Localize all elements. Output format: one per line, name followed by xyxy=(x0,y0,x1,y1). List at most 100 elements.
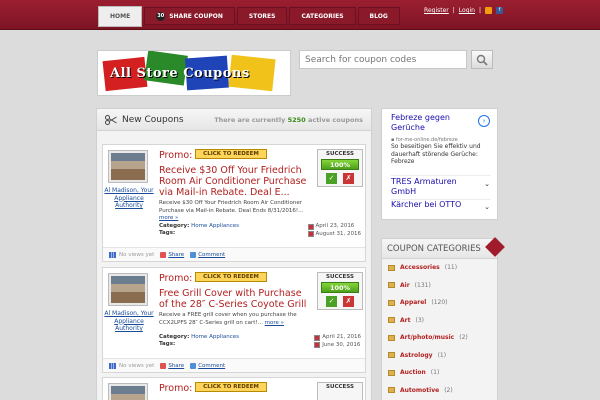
comment-icon xyxy=(190,251,197,258)
auth-separator-2: | xyxy=(478,7,481,14)
thumbs-up-icon[interactable]: ✓ xyxy=(326,173,337,184)
new-coupons-header: New Coupons There are currently 5250 act… xyxy=(97,109,371,131)
more-link[interactable]: more » xyxy=(265,320,284,326)
category-count: (2) xyxy=(459,334,468,342)
category-count: (1) xyxy=(430,369,440,377)
category-item[interactable]: Astrology (1) xyxy=(382,347,497,365)
category-name: Art xyxy=(400,316,411,324)
success-rate-box: SUCCESS 100% ✓ ✗ xyxy=(317,149,363,187)
success-percent: 100% xyxy=(321,282,359,293)
auth-links: Register | Login | f xyxy=(424,7,503,14)
coupon-description-text: Receive $30 Off Your Friedrich Room Air … xyxy=(159,200,304,214)
sidebar-ad[interactable]: Febreze gegen Gerüche › ▪ for-me-online.… xyxy=(381,108,498,220)
category-link[interactable]: Home Appliances xyxy=(191,334,239,340)
thumbs-down-icon[interactable]: ✗ xyxy=(343,173,354,184)
category-item[interactable]: Air (131) xyxy=(382,277,497,295)
folder-icon xyxy=(388,264,395,271)
store-link[interactable]: Al Madison, Your Appliance Authority xyxy=(104,187,154,210)
category-item[interactable]: Apparel (120) xyxy=(382,294,497,312)
thumbs-down-icon[interactable]: ✗ xyxy=(343,296,354,307)
success-rate-box: SUCCESS 100% ✓ ✗ xyxy=(317,272,363,310)
comment-link[interactable]: Comment xyxy=(190,251,225,258)
share-link[interactable]: Share xyxy=(160,362,184,369)
views-text: No views yet xyxy=(119,362,155,369)
category-name: Auction xyxy=(400,369,426,377)
views-count: No views yet xyxy=(109,251,155,258)
share-label: Share xyxy=(168,251,185,258)
coupon-description: Receive a FREE grill cover when you purc… xyxy=(159,312,317,327)
arrow-right-icon[interactable]: › xyxy=(478,115,490,127)
category-name: Apparel xyxy=(400,299,427,307)
success-label: SUCCESS xyxy=(326,151,354,157)
category-name: Automotive xyxy=(400,386,440,394)
site-logo[interactable]: All Store Coupons xyxy=(97,50,291,96)
click-to-redeem-button[interactable]: CLICK TO REDEEM xyxy=(195,382,267,392)
folder-icon xyxy=(388,334,395,341)
click-to-redeem-button[interactable]: CLICK TO REDEEM xyxy=(195,272,267,282)
more-link[interactable]: more » xyxy=(159,215,178,221)
facebook-icon[interactable]: f xyxy=(496,7,503,14)
search-button[interactable] xyxy=(471,50,493,69)
store-link[interactable]: Al Madison, Your Appliance Authority xyxy=(104,310,154,333)
category-item[interactable]: Automotive (2) xyxy=(382,382,497,400)
date-expires: June 30, 2016 xyxy=(322,341,361,348)
category-list: Accessories (11) Air (131) Apparel (120) Ar… xyxy=(382,259,497,399)
coupon-title[interactable]: Receive $30 Off Your Friedrich Room Air … xyxy=(159,165,309,198)
category-item[interactable]: Art/photo/music (2) xyxy=(382,329,497,347)
category-link[interactable]: Home Appliances xyxy=(191,223,239,229)
calendar-icon xyxy=(314,334,321,341)
nav-home[interactable]: HOME xyxy=(98,6,143,27)
count-number: 5250 xyxy=(287,115,306,124)
coupon-title[interactable]: Free Grill Cover with Purchase of the 28… xyxy=(159,288,309,310)
comment-icon xyxy=(190,362,197,369)
nav-stores[interactable]: STORES xyxy=(236,7,288,25)
nav-share-coupon-label: SHARE COUPON xyxy=(169,12,223,20)
thumbs-up-icon[interactable]: ✓ xyxy=(326,296,337,307)
count-prefix: There are currently xyxy=(214,115,286,124)
category-item[interactable]: Auction (1) xyxy=(382,364,497,382)
nav-blog[interactable]: BLOG xyxy=(357,7,400,25)
share-link[interactable]: Share xyxy=(160,251,185,258)
store-thumbnail-image xyxy=(111,153,145,180)
category-item[interactable]: Accessories (11) xyxy=(382,259,497,277)
calendar-icon xyxy=(314,342,321,349)
category-count: (120) xyxy=(431,299,448,307)
ad-divider xyxy=(391,175,491,176)
nav-blog-label: BLOG xyxy=(369,12,388,20)
top-nav-bar: HOME 30 SHARE COUPON STORES CATEGORIES BL… xyxy=(0,0,600,30)
store-thumbnail[interactable] xyxy=(108,150,148,183)
ad-link[interactable]: Kärcher bei OTTO xyxy=(391,200,471,210)
date-added: April 21, 2016 xyxy=(322,334,361,340)
category-count: (131) xyxy=(414,281,431,289)
store-thumbnail[interactable] xyxy=(108,273,148,306)
search-input[interactable] xyxy=(299,50,467,69)
success-percent: 100% xyxy=(321,159,359,170)
nav-share-coupon[interactable]: 30 SHARE COUPON xyxy=(144,7,235,25)
folder-icon xyxy=(388,299,395,306)
rss-icon[interactable] xyxy=(485,7,492,14)
views-text: No views yet xyxy=(119,251,155,258)
share-coupon-badge: 30 xyxy=(156,11,166,21)
success-label: SUCCESS xyxy=(326,274,354,280)
store-thumbnail[interactable] xyxy=(108,383,148,400)
promo-label: Promo: xyxy=(159,150,193,161)
chevron-down-icon[interactable]: ⌄ xyxy=(484,180,490,188)
date-added: April 23, 2016 xyxy=(315,223,355,229)
category-count: (3) xyxy=(415,316,424,324)
nav-categories[interactable]: CATEGORIES xyxy=(289,7,356,25)
login-link[interactable]: Login xyxy=(459,7,475,14)
register-link[interactable]: Register xyxy=(424,7,449,14)
click-to-redeem-button[interactable]: CLICK TO REDEEM xyxy=(195,149,267,159)
share-icon xyxy=(160,362,167,369)
coupon-categories-panel: COUPON CATEGORIES Accessories (11) Air (13… xyxy=(381,238,498,400)
ad-headline[interactable]: Febreze gegen Gerüche xyxy=(391,113,481,133)
coupon-dates: April 23, 2016 August 31, 2016 xyxy=(307,223,361,238)
ad-link[interactable]: TRES Armaturen GmbH xyxy=(391,177,471,197)
active-coupons-count: There are currently 5250 active coupons xyxy=(214,116,363,124)
category-item[interactable]: Art (3) xyxy=(382,312,497,330)
chevron-down-icon[interactable]: ⌄ xyxy=(484,203,490,211)
calendar-icon xyxy=(307,231,314,238)
comment-link[interactable]: Comment xyxy=(190,362,225,369)
coupon-card: Promo: CLICK TO REDEEM SUCCESS xyxy=(102,377,366,400)
folder-icon xyxy=(388,369,395,376)
